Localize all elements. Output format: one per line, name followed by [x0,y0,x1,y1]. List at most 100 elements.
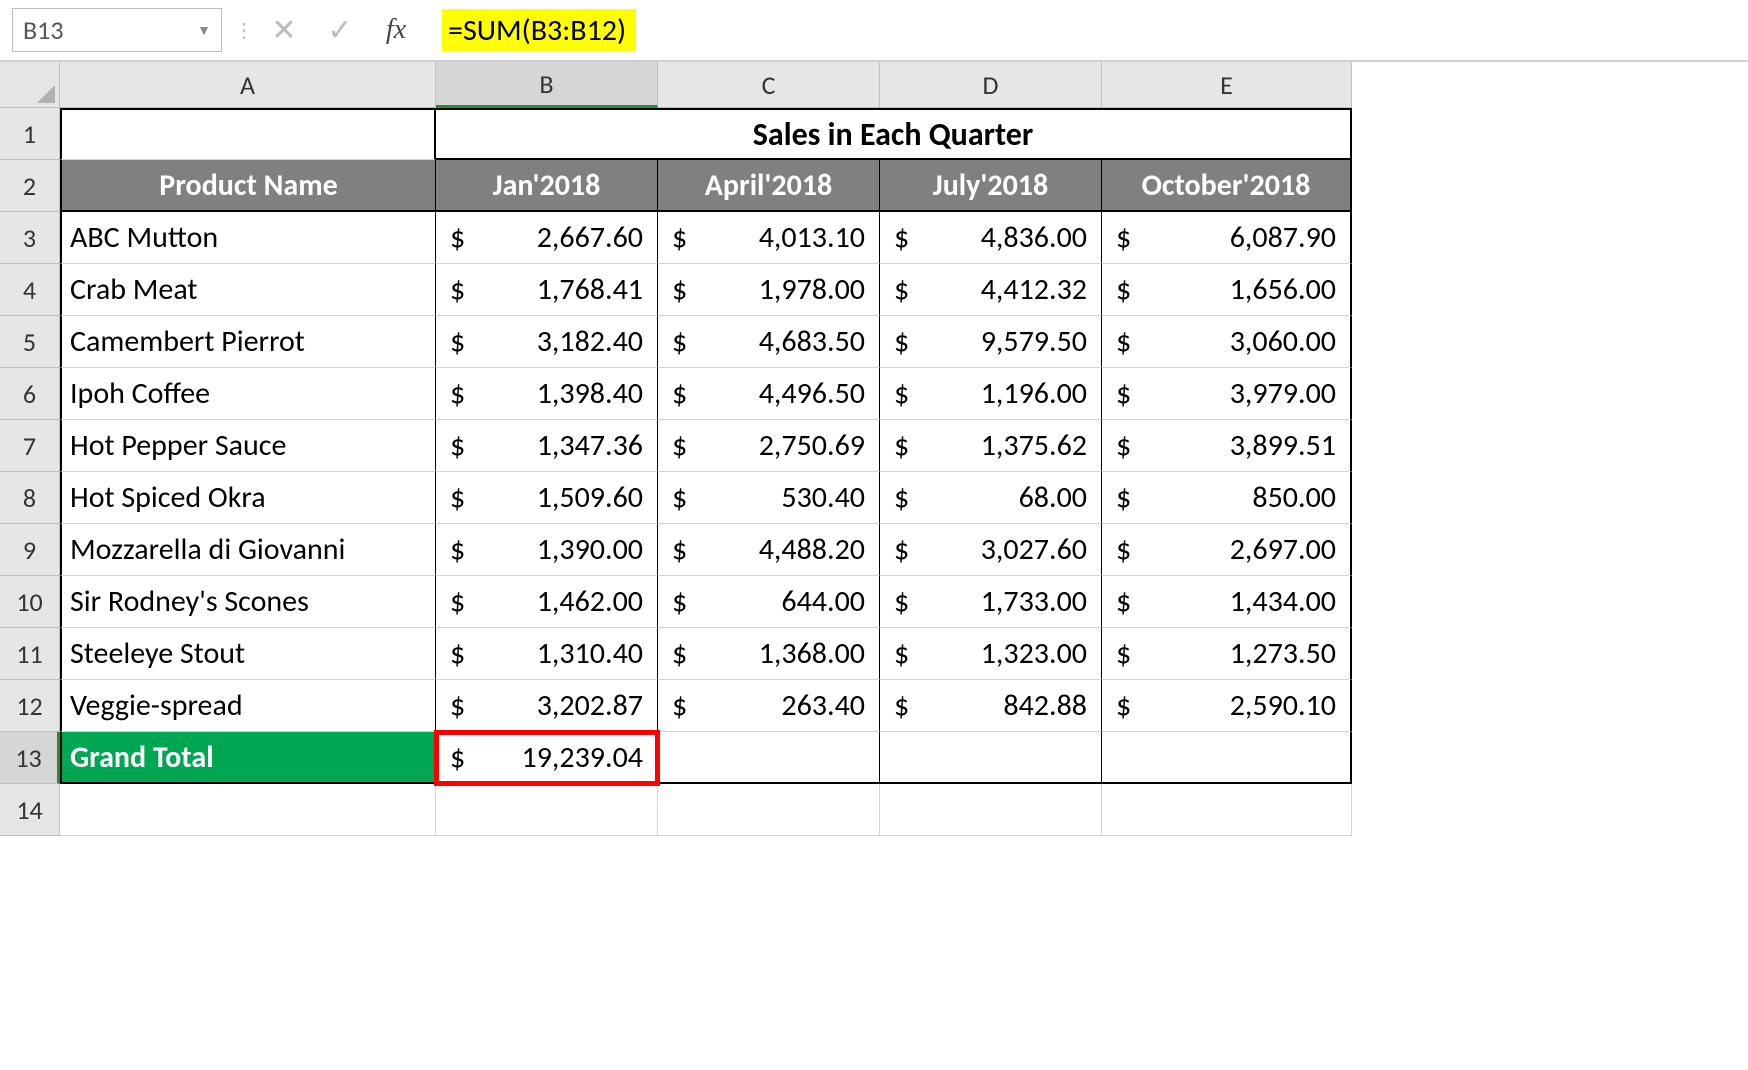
cell-C11[interactable]: $1,368.00 [658,628,880,680]
cell-B8[interactable]: $1,509.60 [436,472,658,524]
currency-icon: $ [672,323,687,360]
cell-D4[interactable]: $4,412.32 [880,264,1102,316]
cell-E11[interactable]: $1,273.50 [1102,628,1352,680]
currency-icon: $ [672,635,687,672]
cell-C4[interactable]: $1,978.00 [658,264,880,316]
cell-D14[interactable] [880,784,1102,836]
cell-A10[interactable]: Sir Rodney's Scones [60,576,436,628]
cell-C6[interactable]: $4,496.50 [658,368,880,420]
col-header-A[interactable]: A [60,62,436,108]
enter-icon[interactable]: ✓ [312,8,368,52]
row-header-1[interactable]: 1 [0,108,60,160]
cell-B3[interactable]: $2,667.60 [436,212,658,264]
cell-B6[interactable]: $1,398.40 [436,368,658,420]
header-jul[interactable]: July'2018 [880,160,1102,212]
cell-B13[interactable]: $ 19,239.04 [436,732,658,784]
header-product[interactable]: Product Name [60,160,436,212]
row-header-10[interactable]: 10 [0,576,60,628]
cell-D9[interactable]: $3,027.60 [880,524,1102,576]
cell-E8[interactable]: $850.00 [1102,472,1352,524]
header-jan[interactable]: Jan'2018 [436,160,658,212]
cell-value: 4,013.10 [759,219,865,256]
col-header-C[interactable]: C [658,62,880,108]
row-header-12[interactable]: 12 [0,680,60,732]
cell-C10[interactable]: $644.00 [658,576,880,628]
cell-B4[interactable]: $1,768.41 [436,264,658,316]
row-header-7[interactable]: 7 [0,420,60,472]
dropdown-icon[interactable]: ▼ [197,22,211,39]
cell-C5[interactable]: $4,683.50 [658,316,880,368]
cell-A8[interactable]: Hot Spiced Okra [60,472,436,524]
col-header-B[interactable]: B [436,62,658,108]
merged-header[interactable]: Sales in Each Quarter [436,108,1352,160]
cell-D7[interactable]: $1,375.62 [880,420,1102,472]
cell-B12[interactable]: $3,202.87 [436,680,658,732]
cell-value: 850.00 [1252,479,1336,516]
row-header-5[interactable]: 5 [0,316,60,368]
cell-E3[interactable]: $6,087.90 [1102,212,1352,264]
cell-A11[interactable]: Steeleye Stout [60,628,436,680]
cell-E14[interactable] [1102,784,1352,836]
formula-input[interactable]: =SUM(B3:B12) [442,9,636,51]
cell-E6[interactable]: $3,979.00 [1102,368,1352,420]
cell-E10[interactable]: $1,434.00 [1102,576,1352,628]
cell-D13[interactable] [880,732,1102,784]
cell-C13[interactable] [658,732,880,784]
row-header-13[interactable]: 13 [0,732,60,784]
cell-B5[interactable]: $3,182.40 [436,316,658,368]
cell-A3[interactable]: ABC Mutton [60,212,436,264]
cell-A6[interactable]: Ipoh Coffee [60,368,436,420]
cell-D6[interactable]: $1,196.00 [880,368,1102,420]
cell-B14[interactable] [436,784,658,836]
cell-B9[interactable]: $1,390.00 [436,524,658,576]
cell-A4[interactable]: Crab Meat [60,264,436,316]
cell-D12[interactable]: $842.88 [880,680,1102,732]
cell-A5[interactable]: Camembert Pierrot [60,316,436,368]
cell-D10[interactable]: $1,733.00 [880,576,1102,628]
cell-C7[interactable]: $2,750.69 [658,420,880,472]
cell-B11[interactable]: $1,310.40 [436,628,658,680]
row-header-8[interactable]: 8 [0,472,60,524]
cell-E4[interactable]: $1,656.00 [1102,264,1352,316]
cell-B10[interactable]: $1,462.00 [436,576,658,628]
cell-A9[interactable]: Mozzarella di Giovanni [60,524,436,576]
cell-E12[interactable]: $2,590.10 [1102,680,1352,732]
header-apr[interactable]: April'2018 [658,160,880,212]
col-header-D[interactable]: D [880,62,1102,108]
cell-D5[interactable]: $9,579.50 [880,316,1102,368]
cancel-icon[interactable]: ✕ [256,8,312,52]
cell-E13[interactable] [1102,732,1352,784]
cell-E9[interactable]: $2,697.00 [1102,524,1352,576]
cell-A14[interactable] [60,784,436,836]
row-header-9[interactable]: 9 [0,524,60,576]
grand-total-label[interactable]: Grand Total [60,732,436,784]
cell-E5[interactable]: $3,060.00 [1102,316,1352,368]
fx-icon[interactable]: fx [368,8,424,52]
row-header-2[interactable]: 2 [0,160,60,212]
select-all-corner[interactable] [0,62,60,108]
name-box[interactable]: B13 ▼ [12,8,222,52]
header-oct[interactable]: October'2018 [1102,160,1352,212]
cell-B7[interactable]: $1,347.36 [436,420,658,472]
cell-D3[interactable]: $4,836.00 [880,212,1102,264]
cell-value: 4,412.32 [981,271,1087,308]
currency-icon: $ [894,271,909,308]
row-header-6[interactable]: 6 [0,368,60,420]
cell-A7[interactable]: Hot Pepper Sauce [60,420,436,472]
row-header-3[interactable]: 3 [0,212,60,264]
row-header-14[interactable]: 14 [0,784,60,836]
cell-A12[interactable]: Veggie-spread [60,680,436,732]
cell-A1[interactable] [60,108,436,160]
col-header-E[interactable]: E [1102,62,1352,108]
cell-C3[interactable]: $4,013.10 [658,212,880,264]
cell-D8[interactable]: $68.00 [880,472,1102,524]
cell-value: 2,750.69 [759,427,865,464]
cell-C14[interactable] [658,784,880,836]
cell-D11[interactable]: $1,323.00 [880,628,1102,680]
row-header-4[interactable]: 4 [0,264,60,316]
cell-C9[interactable]: $4,488.20 [658,524,880,576]
row-header-11[interactable]: 11 [0,628,60,680]
cell-E7[interactable]: $3,899.51 [1102,420,1352,472]
cell-C12[interactable]: $263.40 [658,680,880,732]
cell-C8[interactable]: $530.40 [658,472,880,524]
